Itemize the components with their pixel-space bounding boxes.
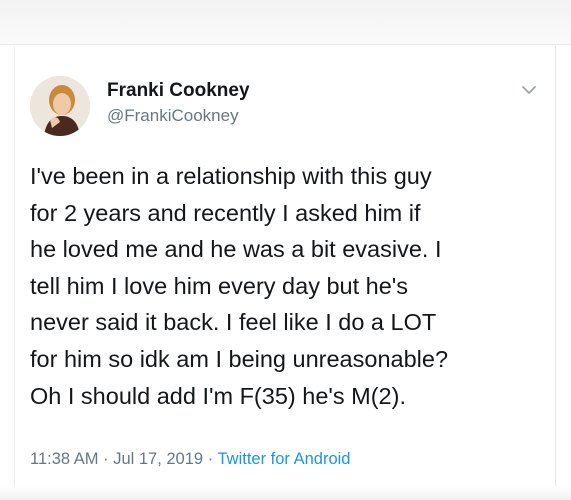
tweet-meta: 11:38 AM · Jul 17, 2019 · Twitter for An…	[30, 450, 350, 469]
tweet-date[interactable]: Jul 17, 2019	[113, 450, 203, 468]
tweet-time[interactable]: 11:38 AM	[30, 450, 99, 468]
meta-separator: ·	[103, 450, 109, 468]
screenshot-frame: Franki Cookney @FrankiCookney I've been …	[0, 0, 571, 500]
tweet-text-line: never said it back. I feel like I do a L…	[30, 309, 437, 336]
author-handle[interactable]: @FrankiCookney	[107, 106, 239, 126]
tweet-text-line: for him so idk am I being unreasonable?	[30, 345, 449, 372]
author-name[interactable]: Franki Cookney	[107, 80, 250, 102]
tweet-text-line: I've been in a relationship with this gu…	[30, 163, 432, 189]
tweet-text-line: he loved me and he was a bit evasive. I	[30, 236, 442, 263]
tweet-text-line: tell him I love him every day but he's	[30, 272, 409, 299]
meta-separator: ·	[207, 450, 214, 468]
profile-photo-icon	[30, 76, 90, 136]
tweet-text: I've been in a relationship with this gu…	[30, 158, 545, 414]
tweet-text-line: for 2 years and recently I asked him if	[30, 199, 421, 226]
avatar[interactable]	[30, 76, 90, 136]
top-bar	[0, 0, 571, 45]
tweet-source[interactable]: Twitter for Android	[217, 450, 350, 468]
bottom-shade	[0, 486, 571, 500]
chevron-down-icon[interactable]	[518, 80, 540, 100]
tweet-text-line: Oh I should add I'm F(35) he's M(2).	[30, 382, 406, 409]
